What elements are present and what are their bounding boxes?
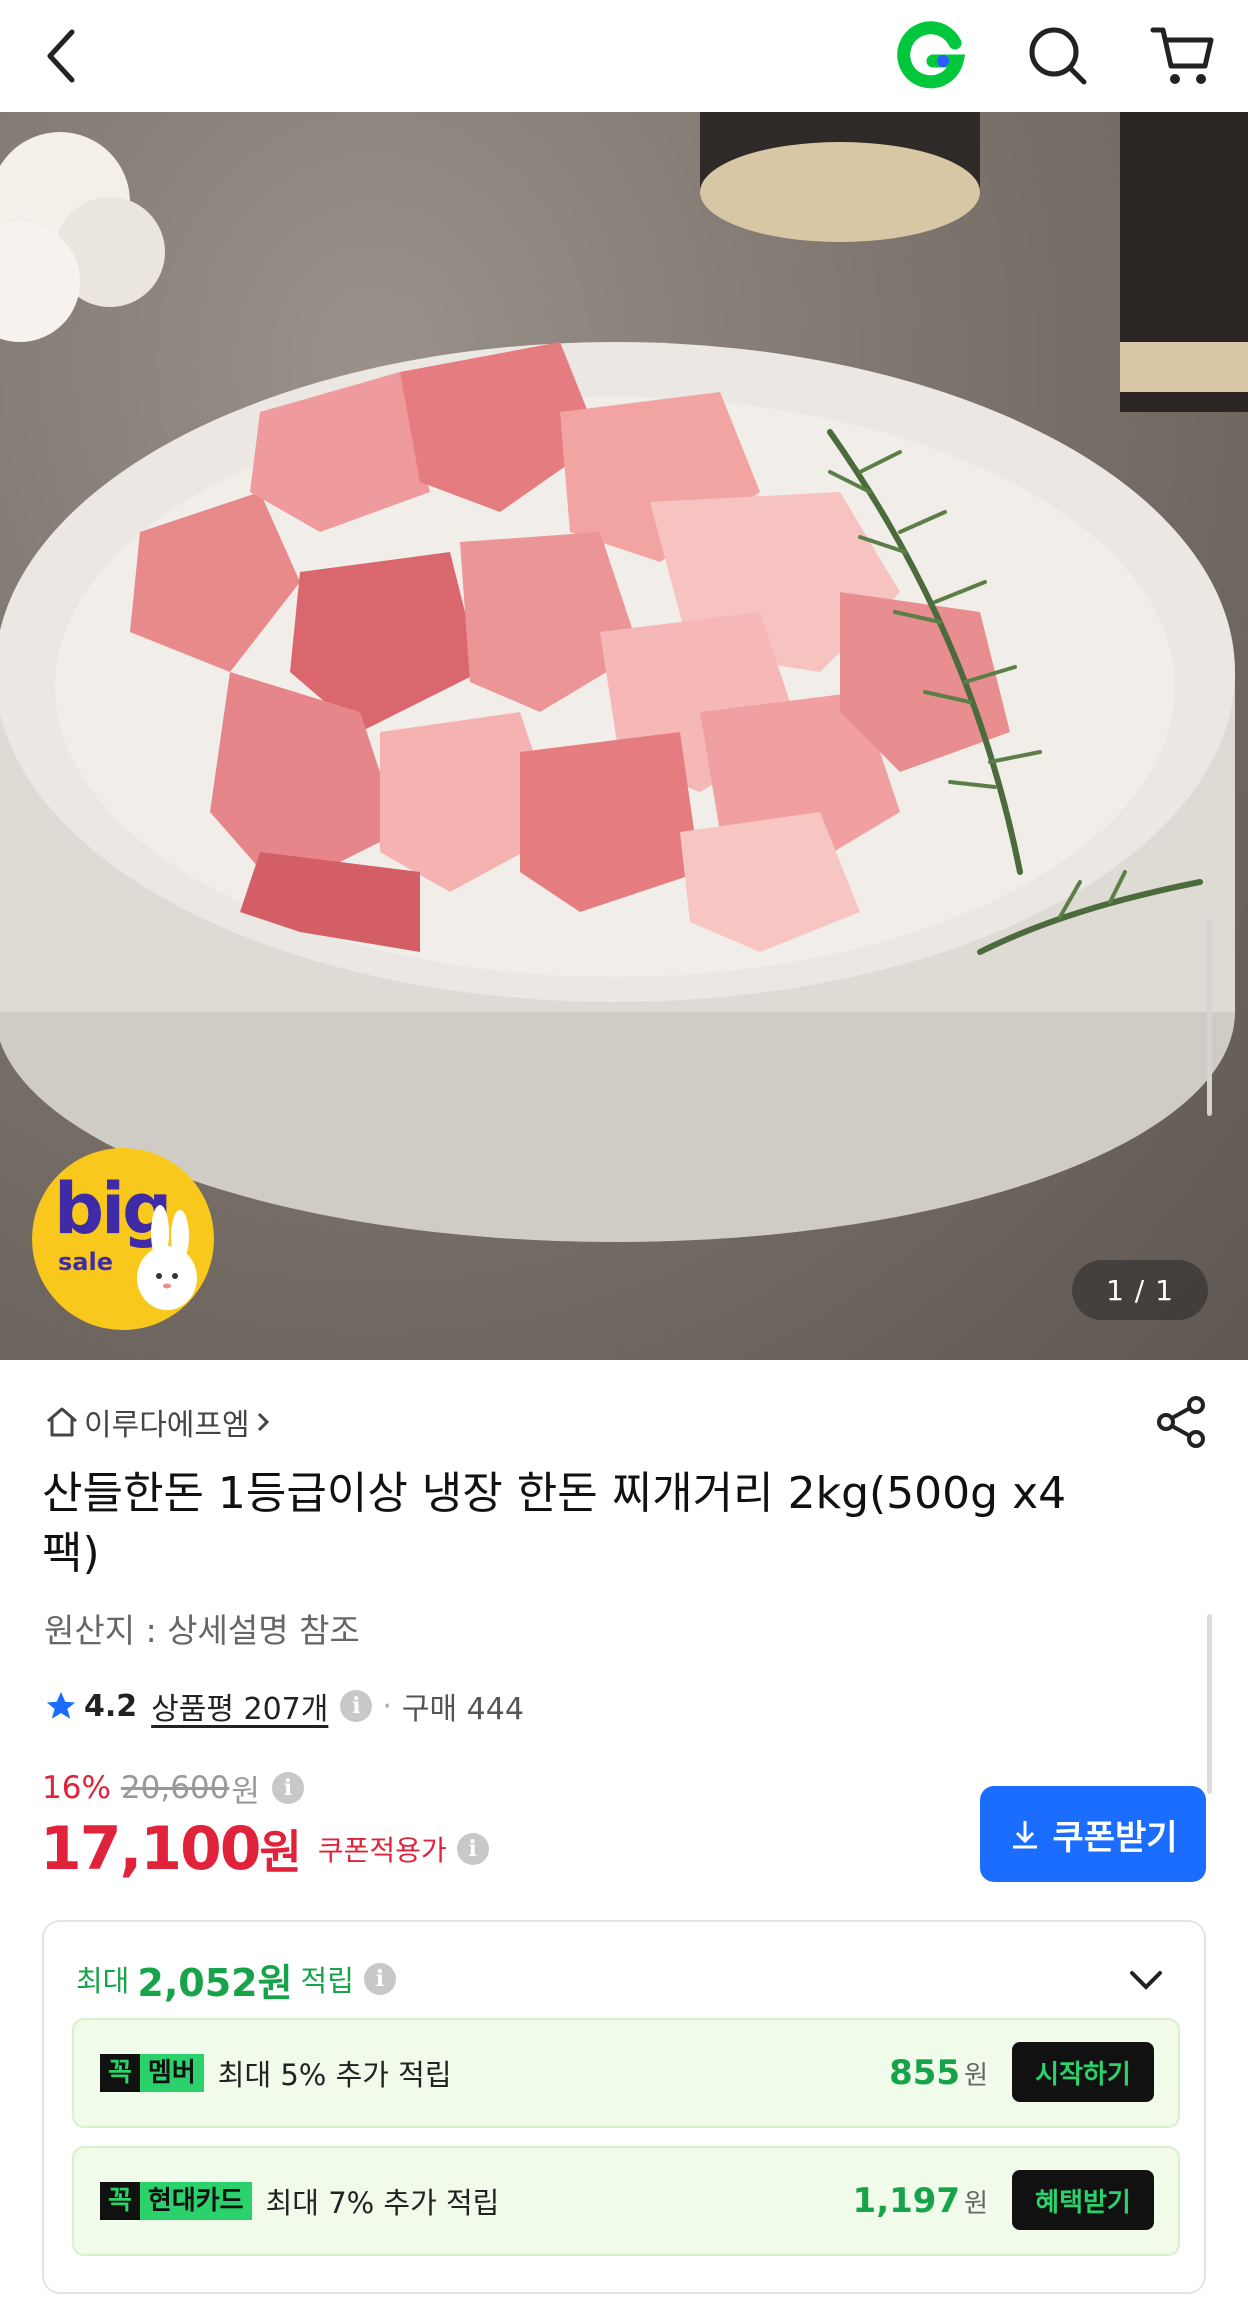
reward-summary: 최대 2,052원 적립 i: [76, 1954, 396, 2005]
search-icon[interactable]: [1020, 18, 1096, 94]
reward-desc: 최대 5% 추가 적립: [217, 2058, 452, 2092]
tag-prefix: 꼭: [100, 2182, 140, 2220]
original-price-row: 16% 20,600 원 i: [42, 1766, 304, 1810]
sale-price: 17,100: [40, 1814, 262, 1884]
original-price-unit: 원: [231, 1773, 260, 1810]
top-app-bar: [0, 0, 1248, 112]
back-icon[interactable]: [24, 18, 100, 94]
coupon-info-icon[interactable]: i: [456, 1833, 489, 1865]
member-tag: 꼭 멤버 최대 5% 추가 적립: [100, 2054, 452, 2092]
discount-rate: 16%: [42, 1770, 111, 1806]
tag-prefix: 꼭: [100, 2054, 140, 2092]
reward-panel: 최대 2,052원 적립 i 꼭 멤버 최대 5% 추가 적립 855 원 시작…: [42, 1920, 1206, 2294]
points-unit: 원: [964, 2188, 988, 2219]
image-counter: 1 / 1: [1072, 1260, 1208, 1320]
points-unit: 원: [964, 2060, 988, 2091]
big-sale-badge: big sale: [32, 1148, 214, 1330]
review-count-link[interactable]: 상품평 207개: [151, 1684, 328, 1728]
rating-row: 4.2 상품평 207개 i · 구매 444: [44, 1682, 524, 1730]
points-value: 1,197: [852, 2181, 961, 2221]
tag-name: 현대카드: [139, 2182, 252, 2220]
original-price: 20,600: [120, 1770, 230, 1806]
reward-row-member: 꼭 멤버 최대 5% 추가 적립 855 원 시작하기: [72, 2018, 1180, 2128]
star-icon: [46, 1691, 76, 1719]
origin-info: 원산지 : 상세설명 참조: [44, 1611, 360, 1650]
store-name: 이루다에프엠: [84, 1408, 250, 1443]
reward-points: 855 원: [889, 2050, 988, 2096]
reward-row-hyundai-card: 꼭 현대카드 최대 7% 추가 적립 1,197 원 혜택받기: [72, 2146, 1180, 2256]
points-value: 855: [889, 2053, 961, 2093]
get-coupon-label: 쿠폰받기: [1052, 1817, 1178, 1858]
product-title: 산들한돈 1등급이상 냉장 한돈 찌개거리 2kg(500g x4팩): [42, 1468, 1067, 1579]
info-icon[interactable]: i: [340, 1690, 373, 1722]
start-member-button[interactable]: 시작하기: [1012, 2042, 1154, 2102]
sale-price-row: 17,100 원 쿠폰적용가 i: [40, 1812, 489, 1886]
chevron-down-icon[interactable]: [1126, 1960, 1166, 2000]
reward-amount: 2,052원: [137, 1960, 293, 2005]
sale-price-unit: 원: [259, 1825, 302, 1879]
reward-suffix: 적립: [300, 1964, 354, 1998]
get-benefit-button[interactable]: 혜택받기: [1012, 2170, 1154, 2230]
purchase-count: 구매 444: [401, 1692, 524, 1727]
chevron-right-icon: [257, 1412, 269, 1432]
gmarket-logo-icon[interactable]: [894, 18, 970, 94]
cart-icon[interactable]: [1144, 18, 1220, 94]
tag-name: 멤버: [139, 2054, 204, 2092]
reward-prefix: 최대: [76, 1964, 130, 1998]
download-icon: [1013, 1821, 1038, 1849]
reward-info-icon[interactable]: i: [363, 1963, 396, 1995]
rating-score: 4.2: [84, 1688, 138, 1724]
reward-points: 1,197 원: [853, 2178, 988, 2224]
home-icon: [47, 1407, 77, 1437]
separator-dot: ·: [382, 1688, 392, 1724]
scrollbar-thumb[interactable]: [1207, 920, 1212, 1116]
bunny-icon: [137, 1205, 197, 1310]
reward-desc: 최대 7% 추가 적립: [265, 2186, 500, 2220]
card-tag: 꼭 현대카드 최대 7% 추가 적립: [100, 2182, 499, 2220]
get-coupon-button[interactable]: 쿠폰받기: [980, 1786, 1206, 1882]
share-icon[interactable]: [1152, 1392, 1212, 1452]
product-image-carousel[interactable]: big sale 1 / 1: [0, 112, 1248, 1360]
price-info-icon[interactable]: i: [271, 1772, 304, 1804]
scrollbar-track-2[interactable]: [1207, 1614, 1212, 1794]
store-link[interactable]: 이루다에프엠: [44, 1398, 274, 1446]
coupon-price-label: 쿠폰적용가: [317, 1834, 447, 1867]
